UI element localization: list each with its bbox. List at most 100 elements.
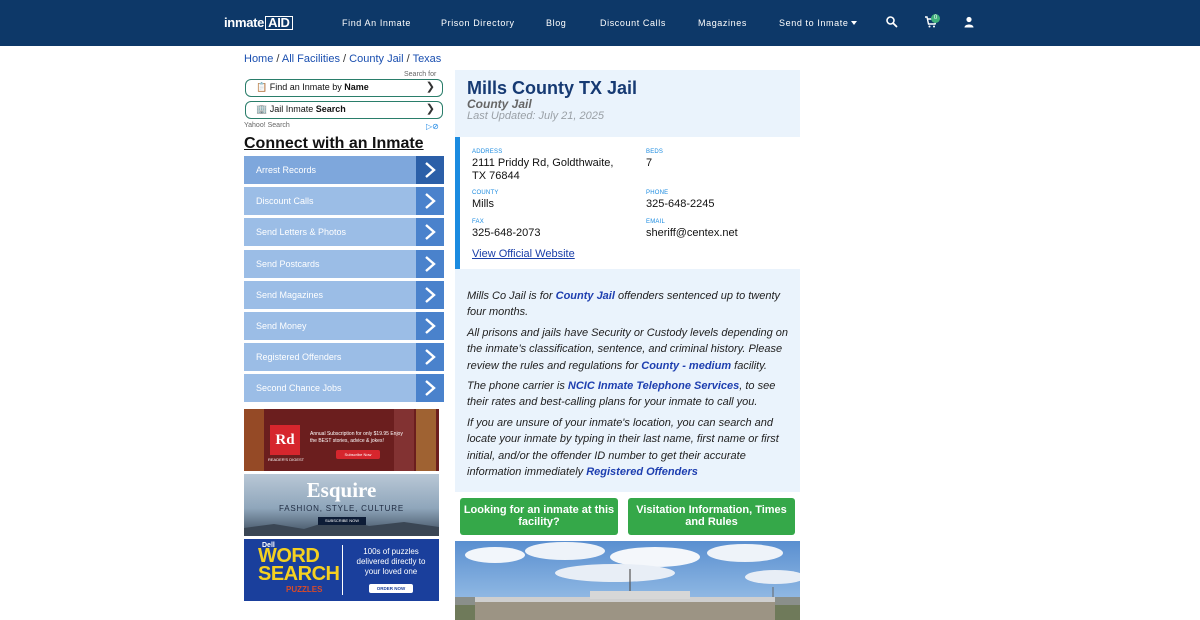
menu-registered-offenders[interactable]: Registered Offenders (244, 343, 444, 372)
facility-photo (455, 541, 800, 620)
logo-aid-box: AID (265, 16, 293, 30)
description-text: facility. (731, 359, 767, 372)
menu-item-label: Registered Offenders (256, 352, 342, 363)
beds-value: 7 (646, 157, 653, 169)
chevron-right-icon (416, 218, 444, 247)
chevron-right-icon: ❯ (425, 103, 435, 115)
esquire-ad[interactable]: Esquire FASHION, STYLE, CULTURE SUBSCRIB… (244, 474, 439, 536)
nav-discount-calls[interactable]: Discount Calls (600, 18, 666, 28)
view-official-website-link[interactable]: View Official Website (472, 248, 575, 260)
search-icon[interactable] (885, 15, 899, 29)
facility-type: County Jail (467, 97, 532, 111)
chevron-right-icon (416, 187, 444, 216)
readers-digest-ad[interactable]: Rd READER'S DIGEST Annual Subscription f… (244, 409, 439, 471)
word-search-order-button[interactable]: ORDER NOW (369, 584, 413, 593)
county-jail-link[interactable]: County Jail (556, 290, 615, 302)
description-text: Mills Co Jail is for (467, 290, 556, 302)
description-paragraph: The phone carrier is NCIC Inmate Telepho… (467, 378, 793, 411)
breadcrumb-texas[interactable]: Texas (413, 53, 442, 65)
nav-blog[interactable]: Blog (546, 18, 566, 28)
breadcrumb-home[interactable]: Home (244, 53, 273, 65)
registered-offenders-link[interactable]: Registered Offenders (586, 466, 698, 478)
visitation-info-button[interactable]: Visitation Information, Times and Rules (628, 498, 795, 535)
readers-digest-logo: Rd (270, 425, 300, 455)
breadcrumb-county-jail[interactable]: County Jail (349, 53, 403, 65)
user-icon[interactable] (962, 15, 976, 29)
looking-for-inmate-button[interactable]: Looking for an inmate at this facility? (460, 498, 618, 535)
ad-divider (342, 545, 343, 595)
county-value: Mills (472, 198, 494, 210)
menu-item-label: Discount Calls (256, 196, 314, 207)
breadcrumb-all-facilities[interactable]: All Facilities (282, 53, 340, 65)
jail-inmate-search[interactable]: 🏢 Jail Inmate Search ❯ (245, 101, 443, 119)
connect-with-inmate-heading[interactable]: Connect with an Inmate (244, 135, 424, 153)
search-pill-bold: Search (315, 104, 346, 114)
description-paragraph: All prisons and jails have Security or C… (467, 325, 793, 374)
phone-value[interactable]: 325-648-2245 (646, 198, 715, 211)
chevron-right-icon (416, 311, 444, 340)
description-text: The phone carrier is (467, 380, 568, 392)
magazine-cover-image (416, 409, 436, 471)
menu-item-label: Second Chance Jobs (256, 383, 342, 394)
find-inmate-by-name-search[interactable]: 📋 Find an Inmate by Name ❯ (245, 79, 443, 97)
search-pill-label: 📋 Find an Inmate by (256, 82, 345, 92)
facility-title: Mills County TX Jail (467, 78, 638, 98)
esquire-tagline: FASHION, STYLE, CULTURE (279, 504, 404, 513)
breadcrumb-separator: / (403, 53, 413, 65)
address-line: 2111 Priddy Rd, Goldthwaite, (472, 157, 614, 169)
nav-send-to-inmate-label: Send to Inmate (779, 18, 849, 28)
word-search-title: WORD SEARCH (258, 546, 340, 585)
email-value[interactable]: sheriff@centex.net (646, 227, 738, 240)
word-search-ad[interactable]: Dell WORD SEARCH PUZZLES 100s of puzzles … (244, 539, 439, 601)
chevron-right-icon (416, 280, 444, 309)
facility-photo-image (455, 542, 800, 620)
phone-carrier-link[interactable]: NCIC Inmate Telephone Services (568, 380, 739, 392)
logo-text: inmate (224, 15, 265, 30)
menu-second-chance-jobs[interactable]: Second Chance Jobs (244, 374, 444, 403)
word-search-title-line: SEARCH (258, 563, 340, 585)
menu-send-postcards[interactable]: Send Postcards (244, 249, 444, 278)
chevron-right-icon (416, 374, 444, 403)
word-search-puzzles-label: PUZZLES (286, 585, 323, 594)
menu-item-label: Send Magazines (256, 289, 324, 300)
top-nav: inmate AID Find An Inmate Prison Director… (0, 0, 1200, 46)
adchoices-icon[interactable]: ▷⊘ (426, 122, 439, 131)
address-label: ADDRESS (472, 149, 503, 155)
nav-magazines[interactable]: Magazines (698, 18, 747, 28)
nav-send-to-inmate[interactable]: Send to Inmate (779, 18, 858, 28)
menu-item-label: Send Letters & Photos (256, 227, 347, 238)
connect-menu: Arrest Records Discount Calls Send Lette… (244, 156, 444, 406)
readers-digest-offer-text: Annual Subscription for only $19.95 Enjo… (310, 431, 403, 444)
search-pill-label: 🏢 Jail Inmate (256, 104, 316, 114)
esquire-subscribe-button[interactable]: SUBSCRIBE NOW (318, 517, 366, 525)
breadcrumb-separator: / (339, 53, 350, 65)
magazine-cover-image (244, 409, 264, 471)
site-logo[interactable]: inmate AID (224, 15, 293, 30)
esquire-logo: Esquire (306, 478, 377, 502)
breadcrumb: Home / All Facilities / County Jail / Te… (244, 53, 441, 65)
readers-digest-subscribe-button[interactable]: Subscribe Now (336, 450, 380, 459)
phone-label: PHONE (646, 190, 669, 196)
beds-label: BEDS (646, 149, 664, 155)
menu-item-label: Arrest Records (256, 165, 317, 175)
description-paragraph: Mills Co Jail is for County Jail offende… (467, 288, 793, 321)
chevron-right-icon: ❯ (425, 81, 435, 93)
menu-send-letters-photos[interactable]: Send Letters & Photos (244, 218, 444, 247)
caret-down-icon (851, 21, 858, 25)
menu-discount-calls[interactable]: Discount Calls (244, 187, 444, 216)
chevron-right-icon (416, 156, 444, 184)
security-level-link[interactable]: County - medium (641, 360, 731, 372)
chevron-right-icon (416, 343, 444, 372)
search-for-label: Search for (404, 71, 437, 78)
menu-item-label: Send Postcards (256, 258, 320, 269)
menu-arrest-records[interactable]: Arrest Records (244, 156, 444, 184)
chevron-right-icon (416, 249, 444, 278)
nav-prison-directory[interactable]: Prison Directory (441, 18, 515, 28)
nav-find-inmate[interactable]: Find An Inmate (342, 18, 411, 28)
menu-send-money[interactable]: Send Money (244, 311, 444, 340)
yahoo-search-label: Yahoo! Search (244, 122, 290, 129)
cart-count-badge: 0 (931, 14, 940, 23)
menu-send-magazines[interactable]: Send Magazines (244, 280, 444, 309)
fax-label: FAX (472, 219, 484, 225)
fax-value: 325-648-2073 (472, 227, 541, 239)
